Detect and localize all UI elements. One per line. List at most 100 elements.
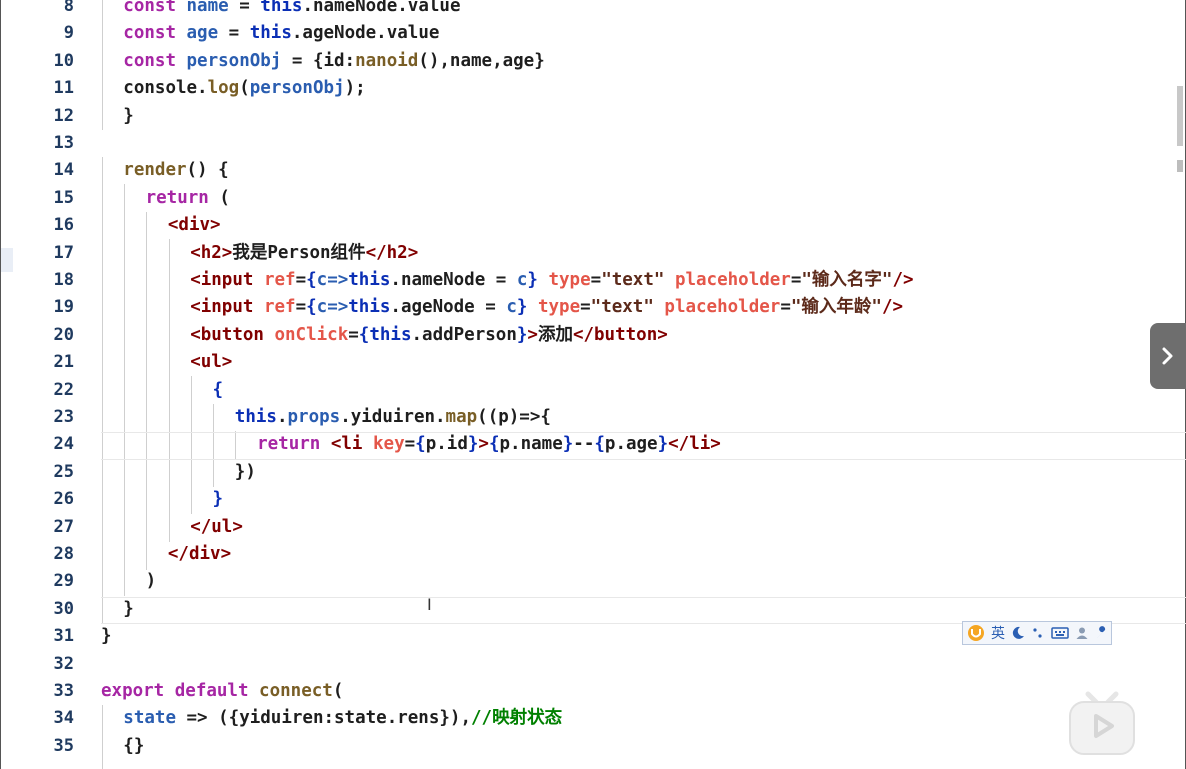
line-number: 10 <box>53 50 74 71</box>
code-text[interactable]: return <li key={p.id}>{p.name}--{p.age}<… <box>257 431 721 458</box>
code-text[interactable]: state => ({yiduiren:state.rens}),//映射状态 <box>123 705 562 732</box>
punctuation-icon[interactable] <box>1031 626 1045 640</box>
ime-language-label[interactable]: 英 <box>991 623 1005 643</box>
code-token: p.age <box>604 434 658 455</box>
code-text[interactable]: } <box>101 623 112 650</box>
code-line[interactable]: 18 <input ref={c=>this.nameNode = c} type… <box>1 267 1186 294</box>
code-text[interactable]: ) <box>146 568 157 595</box>
code-text[interactable]: } <box>213 486 224 513</box>
code-token: placeholder <box>664 270 791 290</box>
code-token: = <box>295 270 307 290</box>
line-number: 32 <box>53 653 74 674</box>
code-token: const <box>123 23 187 44</box>
code-line[interactable]: 9 const age = this.ageNode.value <box>1 20 1186 47</box>
moon-icon[interactable] <box>1011 626 1025 640</box>
code-line[interactable]: 24 return <li key={p.id}>{p.name}--{p.age… <box>1 431 1186 458</box>
code-text[interactable]: const personObj = {id:nanoid(),name,age} <box>123 48 544 75</box>
code-token: > <box>478 434 489 455</box>
code-token: .ageNode = <box>390 297 507 318</box>
line-number: 20 <box>53 324 74 345</box>
code-line[interactable]: 12} <box>1 103 1186 130</box>
ime-toolbar[interactable]: 英 <box>962 621 1112 645</box>
code-token: log <box>207 78 240 99</box>
code-token: "text" <box>590 297 654 318</box>
code-token: this <box>234 407 277 427</box>
code-line[interactable]: 16 <div> <box>1 212 1186 239</box>
keyboard-icon[interactable] <box>1051 626 1069 640</box>
code-text[interactable]: </div> <box>168 541 231 568</box>
code-text[interactable]: <input ref={c=>this.ageNode = c} type="t… <box>190 294 903 321</box>
code-token: } <box>516 297 528 318</box>
line-number: 16 <box>53 215 74 236</box>
line-highlight <box>101 432 1186 433</box>
code-text[interactable]: } <box>123 596 134 623</box>
code-text[interactable]: export default connect( <box>101 678 343 705</box>
scrollbar-thumb[interactable] <box>1177 160 1183 172</box>
code-line[interactable]: 14 render() { <box>1 157 1186 184</box>
code-text[interactable]: const age = this.ageNode.value <box>123 20 439 47</box>
code-token: <li <box>330 434 374 455</box>
code-text[interactable]: </ul> <box>190 514 243 541</box>
code-line[interactable]: 8 const name = this.nameNode.value <box>1 0 1186 20</box>
code-line[interactable]: 30} <box>1 596 1186 623</box>
scrollbar-thumb[interactable] <box>1177 86 1183 146</box>
code-text[interactable]: <ul> <box>190 349 232 376</box>
code-text[interactable]: render() { <box>123 157 228 184</box>
indent-guide <box>213 404 214 487</box>
code-text[interactable]: <h2>我是Person组件</h2> <box>190 240 418 267</box>
code-line[interactable]: 29) <box>1 568 1186 595</box>
wrench-icon[interactable] <box>1095 626 1109 640</box>
code-token: { <box>212 379 224 400</box>
code-text[interactable]: <button onClick={this.addPerson}>添加</but… <box>190 322 668 349</box>
code-line[interactable]: 11 console.log(personObj); <box>1 75 1186 102</box>
code-token: "text" <box>601 270 665 290</box>
line-number: 12 <box>53 105 74 126</box>
code-text[interactable]: } <box>123 103 134 130</box>
code-text[interactable]: const name = this.nameNode.value <box>123 0 460 20</box>
code-token: export default <box>101 681 260 701</box>
code-token: } <box>516 324 528 345</box>
code-line[interactable]: 17 <h2>我是Person组件</h2> <box>1 240 1186 267</box>
code-token: <h2> <box>190 242 233 263</box>
code-text[interactable]: this.props.yiduiren.map((p)=>{ <box>235 404 551 431</box>
code-token: </ul> <box>190 516 243 537</box>
code-text[interactable]: }) <box>235 459 256 486</box>
code-token: = <box>295 297 307 318</box>
code-line[interactable]: 15 return ( <box>1 185 1186 212</box>
code-text[interactable]: console.log(personObj); <box>123 75 365 102</box>
code-line[interactable]: 10 const personObj = {id:nanoid(),name,ag… <box>1 48 1186 75</box>
code-line[interactable]: 20 <button onClick={this.addPerson}>添加</b… <box>1 322 1186 349</box>
line-number: 34 <box>53 708 74 729</box>
code-line[interactable]: 34 state => ({yiduiren:state.rens}),//映射状… <box>1 705 1186 732</box>
user-icon[interactable] <box>1075 626 1089 640</box>
code-token: console. <box>123 78 208 99</box>
code-text[interactable]: <div> <box>168 212 221 239</box>
line-number: 23 <box>53 407 74 427</box>
line-number: 27 <box>53 516 74 537</box>
code-token: p.id <box>425 434 468 455</box>
code-text[interactable]: { <box>213 377 224 404</box>
code-text[interactable]: return ( <box>146 185 230 212</box>
code-line[interactable]: 26} <box>1 486 1186 513</box>
code-line[interactable]: 22 { <box>1 377 1186 404</box>
code-token: } <box>123 598 134 619</box>
code-token: .nameNode = <box>390 270 517 290</box>
code-line[interactable]: 27 </ul> <box>1 514 1186 541</box>
code-line[interactable]: 28 </div> <box>1 541 1186 568</box>
code-line[interactable]: 25}) <box>1 459 1186 486</box>
code-line[interactable]: 23 this.props.yiduiren.map((p)=>{ <box>1 404 1186 431</box>
sogou-logo-icon[interactable] <box>967 624 985 642</box>
code-line[interactable]: 13 <box>1 130 1186 157</box>
code-text[interactable]: <input ref={c=>this.nameNode = c} type="… <box>190 267 913 294</box>
code-text[interactable]: {} <box>123 733 144 760</box>
code-line[interactable]: 35 {} <box>1 733 1186 760</box>
code-line[interactable]: 32 <box>1 651 1186 678</box>
code-line[interactable]: 33 export default connect( <box>1 678 1186 705</box>
code-token: c=> <box>316 297 349 318</box>
code-line[interactable]: 19 <input ref={c=>this.ageNode = c} type=… <box>1 294 1186 321</box>
code-line[interactable]: 21 <ul> <box>1 349 1186 376</box>
code-editor[interactable]: 8 const name = this.nameNode.value 9 const … <box>0 0 1186 769</box>
collapse-panel-button[interactable] <box>1150 323 1186 389</box>
code-token: props <box>287 407 341 427</box>
line-number: 30 <box>53 598 74 619</box>
